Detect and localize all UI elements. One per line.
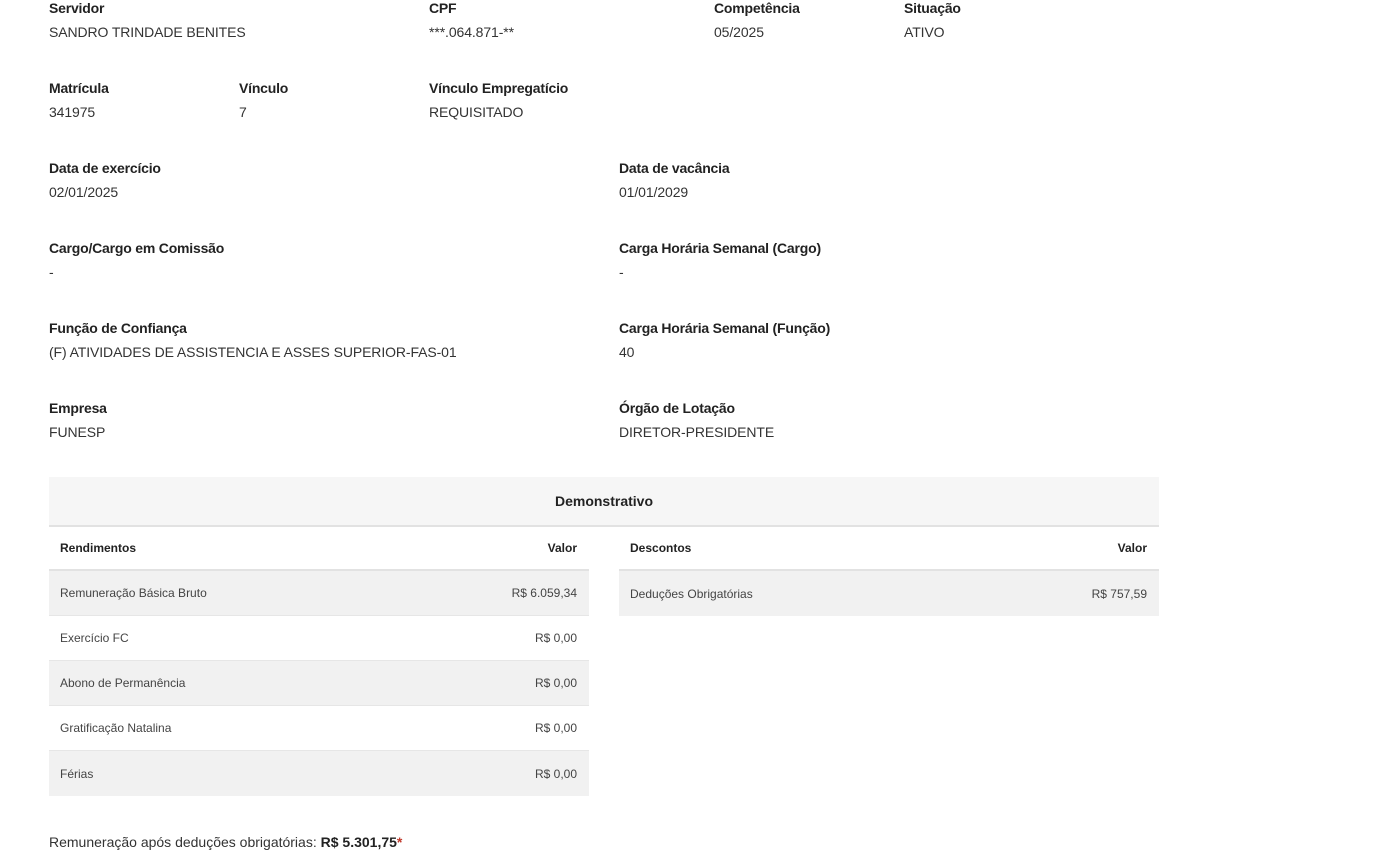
vinculo-empregaticio-field: Vínculo Empregatício REQUISITADO: [429, 80, 568, 120]
table-row: Exercício FC R$ 0,00: [49, 616, 589, 661]
data-exercicio-field: Data de exercício 02/01/2025: [49, 160, 161, 200]
descontos-value-header: Valor: [1117, 541, 1147, 555]
matricula-field: Matrícula 341975: [49, 80, 109, 120]
servidor-value: SANDRO TRINDADE BENITES: [49, 24, 246, 40]
data-exercicio-label: Data de exercício: [49, 160, 161, 176]
vinculo-field: Vínculo 7: [239, 80, 288, 120]
carga-horaria-funcao-field: Carga Horária Semanal (Função) 40: [619, 320, 830, 360]
competencia-field: Competência 05/2025: [714, 0, 800, 40]
data-vacancia-label: Data de vacância: [619, 160, 730, 176]
orgao-lotacao-field: Órgão de Lotação DIRETOR-PRESIDENTE: [619, 400, 774, 440]
rendimentos-value-header: Valor: [547, 541, 577, 555]
cpf-field: CPF ***.064.871-**: [429, 0, 514, 40]
cpf-value: ***.064.871-**: [429, 24, 514, 40]
row-value: R$ 0,00: [534, 721, 577, 735]
vinculo-empregaticio-value: REQUISITADO: [429, 104, 524, 120]
table-row: Gratificação Natalina R$ 0,00: [49, 706, 589, 751]
demonstrativo-title: Demonstrativo: [49, 477, 1159, 527]
row-value: R$ 757,59: [1091, 586, 1147, 601]
cargo-value: -: [49, 264, 54, 280]
row-value: R$ 0,00: [534, 766, 577, 781]
funcao-confianca-field: Função de Confiança (F) ATIVIDADES DE AS…: [49, 320, 457, 360]
table-row: Remuneração Básica Bruto R$ 6.059,34: [49, 571, 589, 616]
row-value: R$ 0,00: [534, 676, 577, 690]
cpf-label: CPF: [429, 0, 457, 16]
empresa-field: Empresa FUNESP: [49, 400, 107, 440]
summary-asterisk: *: [396, 834, 403, 850]
matricula-label: Matrícula: [49, 80, 109, 96]
cargo-label: Cargo/Cargo em Comissão: [49, 240, 225, 256]
competencia-value: 05/2025: [714, 24, 764, 40]
table-row: Abono de Permanência R$ 0,00: [49, 661, 589, 706]
table-row: Deduções Obrigatórias R$ 757,59: [619, 571, 1159, 616]
row-label: Deduções Obrigatórias: [630, 586, 753, 601]
descontos-table: Descontos Valor Deduções Obrigatórias R$…: [619, 527, 1159, 616]
orgao-lotacao-label: Órgão de Lotação: [619, 400, 735, 416]
row-label: Abono de Permanência: [60, 676, 186, 690]
funcao-confianca-value: (F) ATIVIDADES DE ASSISTENCIA E ASSES SU…: [49, 344, 457, 360]
situacao-label: Situação: [904, 0, 961, 16]
competencia-label: Competência: [714, 0, 800, 16]
carga-horaria-cargo-field: Carga Horária Semanal (Cargo) -: [619, 240, 821, 280]
rendimentos-header: Rendimentos: [60, 541, 137, 555]
empresa-label: Empresa: [49, 400, 107, 416]
row-value: R$ 6.059,34: [511, 586, 577, 600]
rendimentos-table-header: Rendimentos Valor: [49, 527, 589, 571]
row-label: Férias: [60, 766, 94, 781]
situacao-field: Situação ATIVO: [904, 0, 961, 40]
row-label: Gratificação Natalina: [60, 721, 172, 735]
descontos-header: Descontos: [630, 541, 692, 555]
cargo-field: Cargo/Cargo em Comissão -: [49, 240, 224, 280]
net-remuneration-summary: Remuneração após deduções obrigatórias: …: [49, 832, 402, 852]
data-vacancia-field: Data de vacância 01/01/2029: [619, 160, 730, 200]
servidor-label: Servidor: [49, 0, 105, 16]
summary-amount: R$ 5.301,75: [320, 834, 397, 850]
orgao-lotacao-value: DIRETOR-PRESIDENTE: [619, 424, 775, 440]
carga-horaria-cargo-label: Carga Horária Semanal (Cargo): [619, 240, 821, 256]
empresa-value: FUNESP: [49, 424, 106, 440]
vinculo-value: 7: [239, 104, 247, 120]
data-vacancia-value: 01/01/2029: [619, 184, 689, 200]
table-row: Férias R$ 0,00: [49, 751, 589, 796]
carga-horaria-cargo-value: -: [619, 264, 624, 280]
vinculo-empregaticio-label: Vínculo Empregatício: [429, 80, 569, 96]
data-exercicio-value: 02/01/2025: [49, 184, 119, 200]
situacao-value: ATIVO: [904, 24, 945, 40]
servidor-field: Servidor SANDRO TRINDADE BENITES: [49, 0, 246, 40]
matricula-value: 341975: [49, 104, 96, 120]
vinculo-label: Vínculo: [239, 80, 289, 96]
row-label: Remuneração Básica Bruto: [60, 586, 207, 600]
funcao-confianca-label: Função de Confiança: [49, 320, 187, 336]
row-value: R$ 0,00: [534, 631, 577, 645]
rendimentos-table: Rendimentos Valor Remuneração Básica Bru…: [49, 527, 589, 796]
row-label: Exercício FC: [60, 631, 129, 645]
summary-label: Remuneração após deduções obrigatórias:: [49, 834, 317, 850]
descontos-table-header: Descontos Valor: [619, 527, 1159, 571]
carga-horaria-funcao-label: Carga Horária Semanal (Função): [619, 320, 831, 336]
carga-horaria-funcao-value: 40: [619, 344, 635, 360]
